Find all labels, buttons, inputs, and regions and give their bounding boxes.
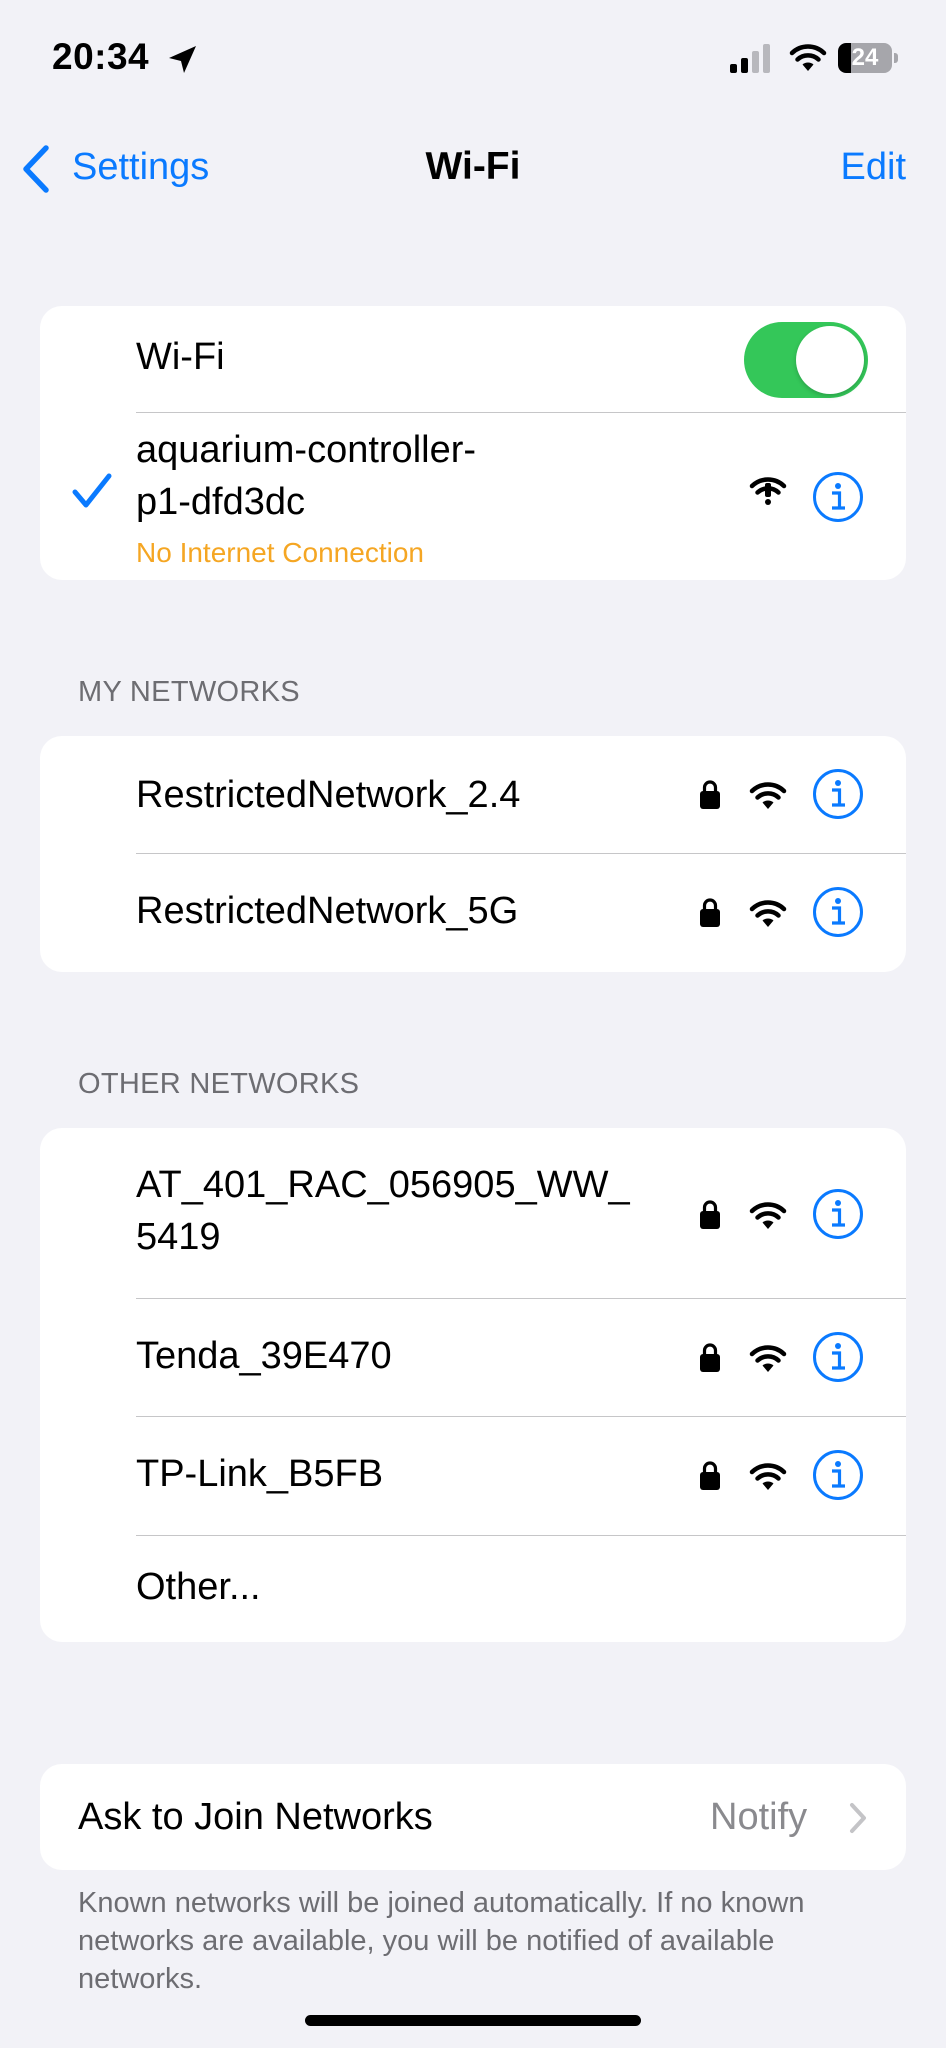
ask-to-join-label: Ask to Join Networks [78,1796,433,1838]
lock-icon [698,1459,722,1491]
ask-to-join-row[interactable]: Ask to Join Networks Notify [40,1764,906,1870]
wifi-toggle-label: Wi-Fi [136,336,225,378]
ask-to-join-value: Notify [710,1796,808,1838]
other-network-row[interactable]: Other... [40,1536,906,1642]
network-row[interactable]: Tenda_39E470 [40,1299,906,1416]
lock-icon [698,1341,722,1373]
network-name: RestrictedNetwork_5G [136,890,519,932]
my-networks-header: MY NETWORKS [78,676,300,708]
lock-icon [698,1198,722,1230]
other-networks-card: AT_401_RAC_056905_WW_ 5419 Tenda_39E470 … [40,1128,906,1642]
info-icon[interactable] [812,1449,864,1501]
network-name-line2: 5419 [136,1216,221,1258]
wifi-toggle-row: Wi-Fi [40,306,906,412]
cellular-signal-icon [730,44,770,73]
info-icon[interactable] [812,1331,864,1383]
connected-network-row[interactable]: aquarium-controller- p1-dfd3dc No Intern… [40,413,906,580]
network-name: Tenda_39E470 [136,1335,392,1377]
other-network-label: Other... [136,1566,261,1608]
my-networks-card: RestrictedNetwork_2.4 RestrictedNetwork_… [40,736,906,972]
wifi-signal-icon [748,1200,788,1230]
info-icon[interactable] [812,768,864,820]
info-icon[interactable] [812,886,864,938]
network-row[interactable]: AT_401_RAC_056905_WW_ 5419 [40,1128,906,1298]
wifi-toggle-switch[interactable] [744,322,868,398]
chevron-right-icon [850,1803,866,1833]
home-indicator [305,2015,641,2026]
wifi-status-icon [788,42,828,72]
info-icon[interactable] [812,1188,864,1240]
network-row[interactable]: TP-Link_B5FB [40,1417,906,1535]
other-networks-header: OTHER NETWORKS [78,1068,360,1100]
network-name: RestrictedNetwork_2.4 [136,774,521,816]
checkmark-icon [72,473,112,508]
wifi-card: Wi-Fi aquarium-controller- p1-dfd3dc No … [40,306,906,580]
location-arrow-icon [169,46,196,73]
wifi-signal-icon [748,898,788,928]
connected-network-name-line2: p1-dfd3dc [136,481,306,523]
battery-icon: 24 [838,43,898,73]
connected-network-name-line1: aquarium-controller- [136,429,477,471]
network-name: TP-Link_B5FB [136,1453,384,1495]
network-row[interactable]: RestrictedNetwork_5G [40,854,906,972]
connection-status: No Internet Connection [136,537,424,568]
wifi-signal-icon [748,780,788,810]
wifi-signal-icon [748,1461,788,1491]
status-time: 20:34 [52,36,150,77]
page-title: Wi-Fi [425,145,521,188]
wifi-no-internet-icon [749,477,787,505]
network-name-line1: AT_401_RAC_056905_WW_ [136,1164,630,1206]
info-icon[interactable] [812,471,864,523]
wifi-signal-icon [748,1343,788,1373]
edit-button[interactable]: Edit [841,146,906,189]
lock-icon [698,778,722,810]
network-row[interactable]: RestrictedNetwork_2.4 [40,736,906,853]
battery-percent: 24 [851,44,879,71]
lock-icon [698,896,722,928]
ask-to-join-footer: Known networks will be joined automatica… [78,1887,805,1995]
